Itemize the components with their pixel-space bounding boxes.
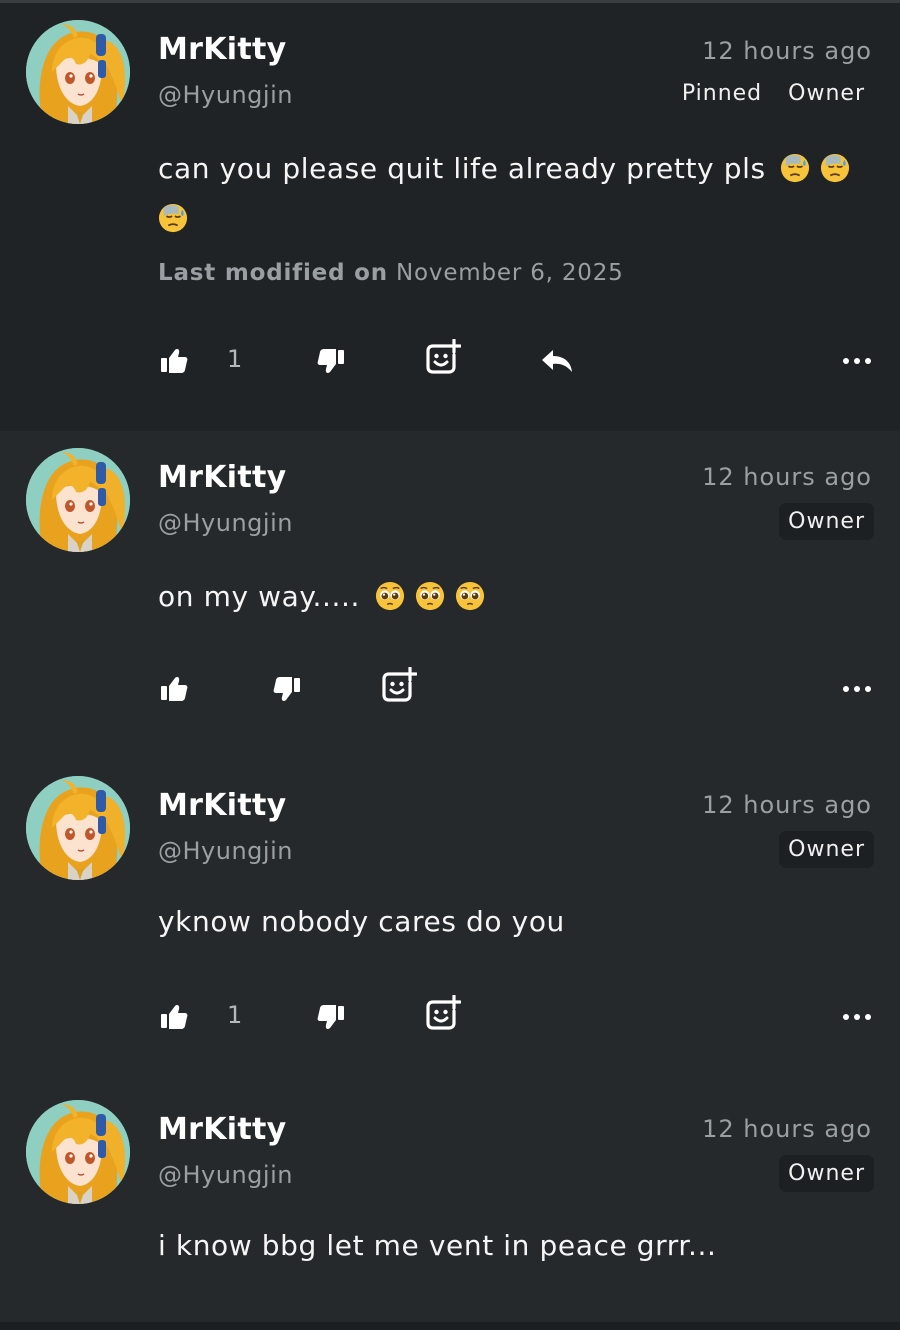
avatar[interactable] — [26, 1100, 130, 1204]
more-options-button[interactable] — [842, 341, 872, 381]
thumbs-down-icon — [317, 1003, 345, 1031]
action-bar — [0, 669, 900, 709]
avatar[interactable] — [26, 448, 130, 552]
action-bar: 1 — [0, 341, 900, 381]
pleading-face-emoji — [375, 581, 405, 611]
bottom-bar — [0, 1322, 900, 1330]
pleading-face-emoji — [415, 581, 445, 611]
thumbs-up-icon — [160, 1003, 188, 1031]
downcast-face-with-sweat-emoji — [820, 153, 850, 183]
more-options-button[interactable] — [842, 669, 872, 709]
comment-card: MrKitty @Hyungjin 12 hours ago Owner on … — [0, 431, 900, 761]
author-name[interactable]: MrKitty — [158, 788, 287, 823]
comment-text: yknow nobody cares do you — [158, 897, 868, 947]
more-options-button[interactable] — [842, 997, 872, 1037]
timestamp: 12 hours ago — [702, 791, 872, 819]
like-button[interactable] — [160, 997, 188, 1037]
author-handle[interactable]: @Hyungjin — [158, 1161, 293, 1189]
comment-body: i know bbg let me vent in peace grrr... — [158, 1229, 717, 1262]
action-bar: 1 — [0, 997, 900, 1037]
avatar[interactable] — [26, 776, 130, 880]
downcast-face-with-sweat-emoji — [780, 153, 810, 183]
like-button[interactable] — [160, 341, 188, 381]
like-count: 1 — [227, 1001, 243, 1029]
badge-group: Owner — [779, 831, 874, 868]
pinned-badge: Pinned — [681, 81, 763, 106]
dislike-button[interactable] — [317, 997, 345, 1037]
add-reaction-button[interactable] — [425, 337, 461, 377]
comment-card: MrKitty @Hyungjin 12 hours ago Owner i k… — [0, 1083, 900, 1322]
comment-card: MrKitty @Hyungjin 12 hours ago Owner ykn… — [0, 759, 900, 1085]
author-handle[interactable]: @Hyungjin — [158, 81, 293, 109]
dislike-button[interactable] — [273, 669, 301, 709]
badge-group: Owner — [779, 1155, 874, 1192]
badge-group: Pinned Owner — [673, 75, 874, 112]
thumbs-up-icon — [160, 347, 188, 375]
thumbs-down-icon — [273, 675, 301, 703]
reply-icon — [540, 348, 574, 374]
add-reaction-icon — [425, 339, 461, 375]
pleading-face-emoji — [455, 581, 485, 611]
timestamp: 12 hours ago — [702, 463, 872, 491]
modified-label: Last modified on — [158, 260, 388, 286]
last-modified: Last modified on November 6, 2025 — [158, 260, 624, 286]
thumbs-up-icon — [160, 675, 188, 703]
comment-body: yknow nobody cares do you — [158, 905, 565, 938]
dislike-button[interactable] — [317, 341, 345, 381]
author-name[interactable]: MrKitty — [158, 1112, 287, 1147]
more-options-icon — [842, 685, 872, 693]
author-handle[interactable]: @Hyungjin — [158, 509, 293, 537]
modified-date: November 6, 2025 — [396, 260, 624, 286]
author-handle[interactable]: @Hyungjin — [158, 837, 293, 865]
author-name[interactable]: MrKitty — [158, 460, 287, 495]
owner-badge: Owner — [779, 831, 874, 868]
add-reaction-icon — [381, 667, 417, 703]
owner-badge: Owner — [788, 81, 865, 106]
add-reaction-button[interactable] — [381, 665, 417, 705]
comment-body: can you please quit life already pretty … — [158, 152, 766, 185]
more-options-icon — [842, 1013, 872, 1021]
add-reaction-icon — [425, 995, 461, 1031]
badge-group: Owner — [779, 503, 874, 540]
timestamp: 12 hours ago — [702, 1115, 872, 1143]
reply-button[interactable] — [540, 341, 574, 381]
more-options-icon — [842, 357, 872, 365]
comment-body: on my way..... — [158, 580, 361, 613]
owner-badge: Owner — [779, 1155, 874, 1192]
add-reaction-button[interactable] — [425, 993, 461, 1033]
comment-text: can you please quit life already pretty … — [158, 144, 868, 244]
downcast-face-with-sweat-emoji — [158, 203, 188, 233]
timestamp: 12 hours ago — [702, 37, 872, 65]
owner-badge: Owner — [779, 503, 874, 540]
thumbs-down-icon — [317, 347, 345, 375]
author-name[interactable]: MrKitty — [158, 32, 287, 67]
comment-card: MrKitty @Hyungjin 12 hours ago Pinned Ow… — [0, 3, 900, 431]
comment-text: on my way..... — [158, 572, 868, 622]
like-button[interactable] — [160, 669, 188, 709]
like-count: 1 — [227, 345, 243, 373]
comment-text: i know bbg let me vent in peace grrr... — [158, 1221, 868, 1271]
avatar[interactable] — [26, 20, 130, 124]
